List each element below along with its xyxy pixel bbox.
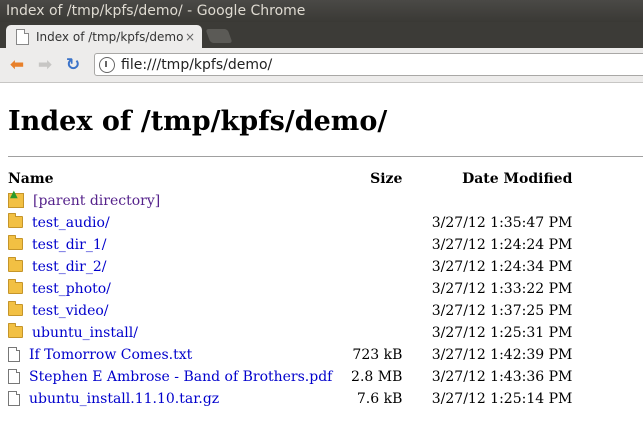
table-row: ubuntu_install/3/27/12 1:25:31 PM bbox=[8, 322, 572, 344]
close-tab-icon[interactable]: × bbox=[184, 30, 196, 44]
file-size: 723 kB bbox=[352, 347, 403, 363]
browser-toolbar: ⬅ ➡ ↻ file:///tmp/kpfs/demo/ bbox=[0, 48, 643, 83]
folder-icon bbox=[8, 323, 23, 338]
folder-link[interactable]: test_audio/ bbox=[32, 215, 110, 231]
file-size: 2.8 MB bbox=[351, 369, 403, 385]
page-icon bbox=[16, 28, 29, 45]
window-title: Index of /tmp/kpfs/demo/ - Google Chrome bbox=[0, 0, 643, 22]
date-modified: 3/27/12 1:24:24 PM bbox=[431, 237, 573, 253]
back-button[interactable]: ⬅ bbox=[6, 54, 28, 76]
url-text[interactable]: file:///tmp/kpfs/demo/ bbox=[121, 57, 272, 73]
file-icon bbox=[8, 390, 20, 406]
column-header-name[interactable]: Name bbox=[8, 168, 332, 190]
folder-link[interactable]: test_dir_1/ bbox=[32, 237, 106, 253]
date-modified: 3/27/12 1:43:36 PM bbox=[431, 369, 573, 385]
file-size bbox=[332, 300, 402, 322]
file-size bbox=[332, 278, 402, 300]
table-row: ubuntu_install.11.10.tar.gz 7.6 kB 3/27/12… bbox=[8, 388, 572, 410]
directory-table: Name Size Date Modified [parent director… bbox=[8, 168, 572, 410]
table-row-parent: [parent directory] bbox=[8, 189, 572, 212]
folder-link[interactable]: ubuntu_install/ bbox=[32, 325, 138, 341]
folder-icon bbox=[8, 257, 23, 272]
reload-button[interactable]: ↻ bbox=[62, 54, 84, 76]
forward-button[interactable]: ➡ bbox=[34, 54, 56, 76]
table-row: test_photo/3/27/12 1:33:22 PM bbox=[8, 278, 572, 300]
folder-icon bbox=[8, 213, 23, 228]
table-row: If Tomorrow Comes.txt 723 kB 3/27/12 1:42:… bbox=[8, 344, 572, 366]
file-icon bbox=[8, 346, 20, 362]
folder-icon bbox=[8, 279, 23, 294]
date-modified: 3/27/12 1:35:47 PM bbox=[431, 215, 573, 231]
browser-tab[interactable]: Index of /tmp/kpfs/demo × bbox=[6, 25, 202, 48]
tab-title: Index of /tmp/kpfs/demo bbox=[36, 29, 184, 44]
table-row: Stephen E Ambrose - Band of Brothers.pdf… bbox=[8, 366, 572, 388]
file-link[interactable]: If Tomorrow Comes.txt bbox=[29, 347, 192, 363]
date-modified: 3/27/12 1:33:22 PM bbox=[431, 281, 573, 297]
table-row: test_audio/3/27/12 1:35:47 PM bbox=[8, 212, 572, 234]
file-link[interactable]: ubuntu_install.11.10.tar.gz bbox=[29, 391, 219, 407]
table-header: Name Size Date Modified bbox=[8, 168, 572, 190]
date-modified: 3/27/12 1:42:39 PM bbox=[431, 347, 573, 363]
page-content: Index of /tmp/kpfs/demo/ Name Size Date … bbox=[0, 83, 643, 410]
page-title: Index of /tmp/kpfs/demo/ bbox=[8, 106, 388, 137]
file-size bbox=[332, 256, 402, 278]
tab-strip: Index of /tmp/kpfs/demo × bbox=[0, 22, 643, 48]
table-row: test_video/3/27/12 1:37:25 PM bbox=[8, 300, 572, 322]
folder-link[interactable]: test_photo/ bbox=[32, 281, 111, 297]
date-modified: 3/27/12 1:24:34 PM bbox=[431, 259, 573, 275]
parent-directory-icon bbox=[8, 189, 24, 208]
folder-link[interactable]: test_video/ bbox=[32, 303, 109, 319]
file-size bbox=[332, 234, 402, 256]
parent-directory-link[interactable]: [parent directory] bbox=[33, 193, 160, 209]
file-icon bbox=[8, 368, 20, 384]
date-modified: 3/27/12 1:25:31 PM bbox=[431, 325, 573, 341]
address-bar[interactable]: file:///tmp/kpfs/demo/ bbox=[94, 53, 643, 76]
folder-link[interactable]: test_dir_2/ bbox=[32, 259, 106, 275]
date-modified: 3/27/12 1:37:25 PM bbox=[431, 303, 573, 319]
folder-icon bbox=[8, 301, 23, 316]
folder-icon bbox=[8, 235, 23, 250]
divider bbox=[8, 156, 643, 157]
column-header-size[interactable]: Size bbox=[332, 168, 402, 190]
new-tab-button[interactable] bbox=[205, 29, 233, 43]
column-header-date[interactable]: Date Modified bbox=[402, 168, 572, 190]
table-row: test_dir_2/3/27/12 1:24:34 PM bbox=[8, 256, 572, 278]
page-info-icon[interactable] bbox=[99, 56, 115, 73]
date-modified: 3/27/12 1:25:14 PM bbox=[431, 391, 573, 407]
table-row: test_dir_1/3/27/12 1:24:24 PM bbox=[8, 234, 572, 256]
file-size bbox=[332, 212, 402, 234]
file-size bbox=[332, 322, 402, 344]
file-size: 7.6 kB bbox=[356, 391, 403, 407]
file-link[interactable]: Stephen E Ambrose - Band of Brothers.pdf bbox=[29, 369, 332, 385]
